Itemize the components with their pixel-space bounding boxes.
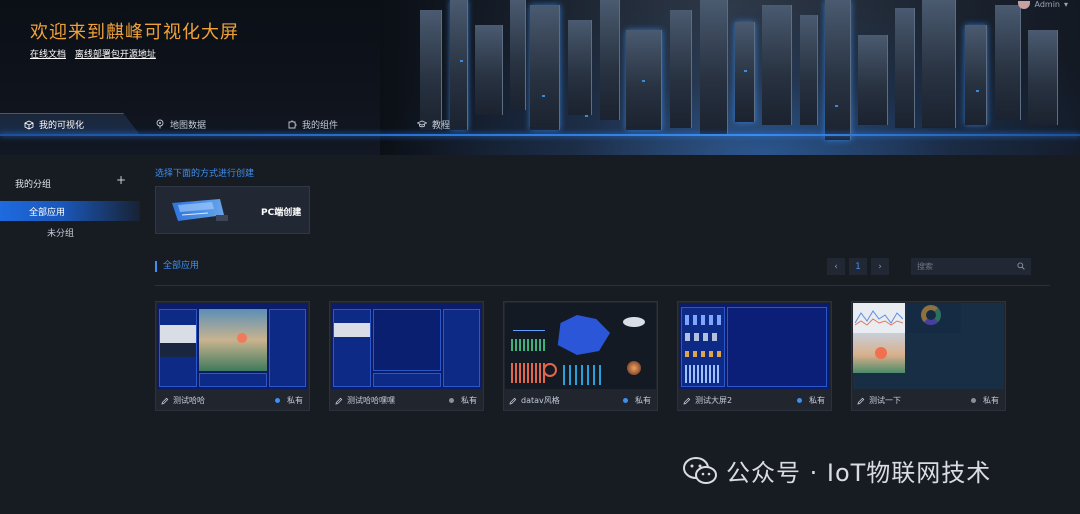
next-page-button[interactable]: ›	[871, 258, 889, 275]
app-thumbnail	[505, 303, 656, 389]
app-card[interactable]: 测试大屏2 私有	[677, 301, 832, 411]
sidebar-item-ungrouped[interactable]: 未分组	[0, 222, 140, 242]
pc-create-label: PC端创建	[261, 208, 302, 218]
app-name: 测试一下	[869, 396, 901, 405]
user-name: Admin	[1034, 0, 1060, 9]
docs-link[interactable]: 在线文档	[30, 50, 66, 60]
tab-label: 我的组件	[302, 120, 339, 131]
tab-map-data[interactable]: 地图数据	[155, 113, 206, 135]
group-title: 我的分组	[15, 180, 52, 190]
app-card[interactable]: 测试哈哈 私有	[155, 301, 310, 411]
header-banner: 欢迎来到麒峰可视化大屏 在线文档 离线部署包开源地址 Admin ▾ 我的可视化…	[0, 0, 1080, 155]
section-divider	[155, 285, 1050, 286]
app-card-footer: 测试大屏2 私有	[678, 390, 831, 411]
status-dot-icon	[971, 398, 976, 403]
wechat-icon	[683, 456, 717, 484]
status-dot-icon	[275, 398, 280, 403]
app-thumbnail	[679, 303, 830, 389]
caret-down-icon: ▾	[1063, 0, 1068, 9]
app-thumbnail	[157, 303, 308, 389]
status-badge: 私有	[983, 396, 999, 405]
page-number-button[interactable]: 1	[849, 258, 867, 275]
page-title: 欢迎来到麒峰可视化大屏	[30, 22, 239, 43]
status-badge: 私有	[809, 396, 825, 405]
edit-icon[interactable]	[857, 397, 865, 405]
app-name: 测试哈哈嘿嘿	[347, 396, 395, 405]
sidebar-item-all-apps[interactable]: 全部应用	[0, 201, 140, 221]
puzzle-icon	[288, 120, 297, 129]
watermark: 公众号 · IoT物联网技术	[682, 453, 991, 488]
status-badge: 私有	[635, 396, 651, 405]
section-title: 全部应用	[155, 261, 199, 272]
app-card[interactable]: datav风格 私有	[503, 301, 658, 411]
watermark-text: 公众号 · IoT物联网技术	[726, 459, 992, 487]
status-dot-icon	[797, 398, 802, 403]
tab-my-components[interactable]: 我的组件	[287, 113, 338, 135]
header-links: 在线文档 离线部署包开源地址	[30, 47, 162, 60]
create-prompt: 选择下面的方式进行创建	[155, 169, 255, 179]
app-card-footer: 测试哈哈 私有	[156, 390, 309, 411]
nav-underline	[0, 134, 1080, 136]
app-card-footer: 测试一下 私有	[852, 390, 1005, 411]
tab-label: 教程	[432, 120, 451, 131]
status-dot-icon	[449, 398, 454, 403]
search-box	[911, 258, 1031, 275]
status-dot-icon	[623, 398, 628, 403]
graduation-cap-icon	[417, 120, 427, 128]
sidebar: 我的分组 + 全部应用 未分组	[0, 160, 140, 514]
app-card-footer: datav风格 私有	[504, 390, 657, 411]
status-badge: 私有	[287, 396, 303, 405]
app-name: 测试哈哈	[173, 396, 205, 405]
pc-illustration-icon	[172, 199, 228, 221]
pagination: ‹ 1 ›	[827, 258, 889, 275]
app-thumbnail	[331, 303, 482, 389]
avatar	[1018, 0, 1031, 9]
main-nav: 我的可视化 地图数据 我的组件 教程	[0, 113, 1080, 135]
user-menu[interactable]: Admin ▾	[1018, 0, 1068, 9]
app-name: datav风格	[521, 396, 560, 405]
status-badge: 私有	[461, 396, 477, 405]
app-card[interactable]: 测试哈哈嘿嘿 私有	[329, 301, 484, 411]
pc-create-button[interactable]: PC端创建	[155, 186, 310, 234]
map-pin-icon	[156, 119, 164, 129]
open-source-link[interactable]: 离线部署包开源地址	[75, 50, 156, 60]
search-icon[interactable]	[1017, 262, 1025, 270]
tab-tutorial[interactable]: 教程	[417, 113, 450, 135]
app-name: 测试大屏2	[695, 396, 733, 405]
app-card[interactable]: 测试一下 私有	[851, 301, 1006, 411]
add-group-button[interactable]: +	[116, 173, 126, 187]
tab-my-visualization[interactable]: 我的可视化	[0, 113, 140, 135]
search-input[interactable]	[917, 262, 1012, 271]
edit-icon[interactable]	[683, 397, 691, 405]
edit-icon[interactable]	[161, 397, 169, 405]
edit-icon[interactable]	[509, 397, 517, 405]
tab-label: 我的可视化	[39, 121, 85, 131]
cube-icon	[24, 119, 34, 130]
app-card-footer: 测试哈哈嘿嘿 私有	[330, 390, 483, 411]
app-thumbnail	[853, 303, 1004, 389]
line-chart-thumbnail	[855, 310, 903, 326]
tab-label: 地图数据	[170, 120, 207, 131]
prev-page-button[interactable]: ‹	[827, 258, 845, 275]
edit-icon[interactable]	[335, 397, 343, 405]
